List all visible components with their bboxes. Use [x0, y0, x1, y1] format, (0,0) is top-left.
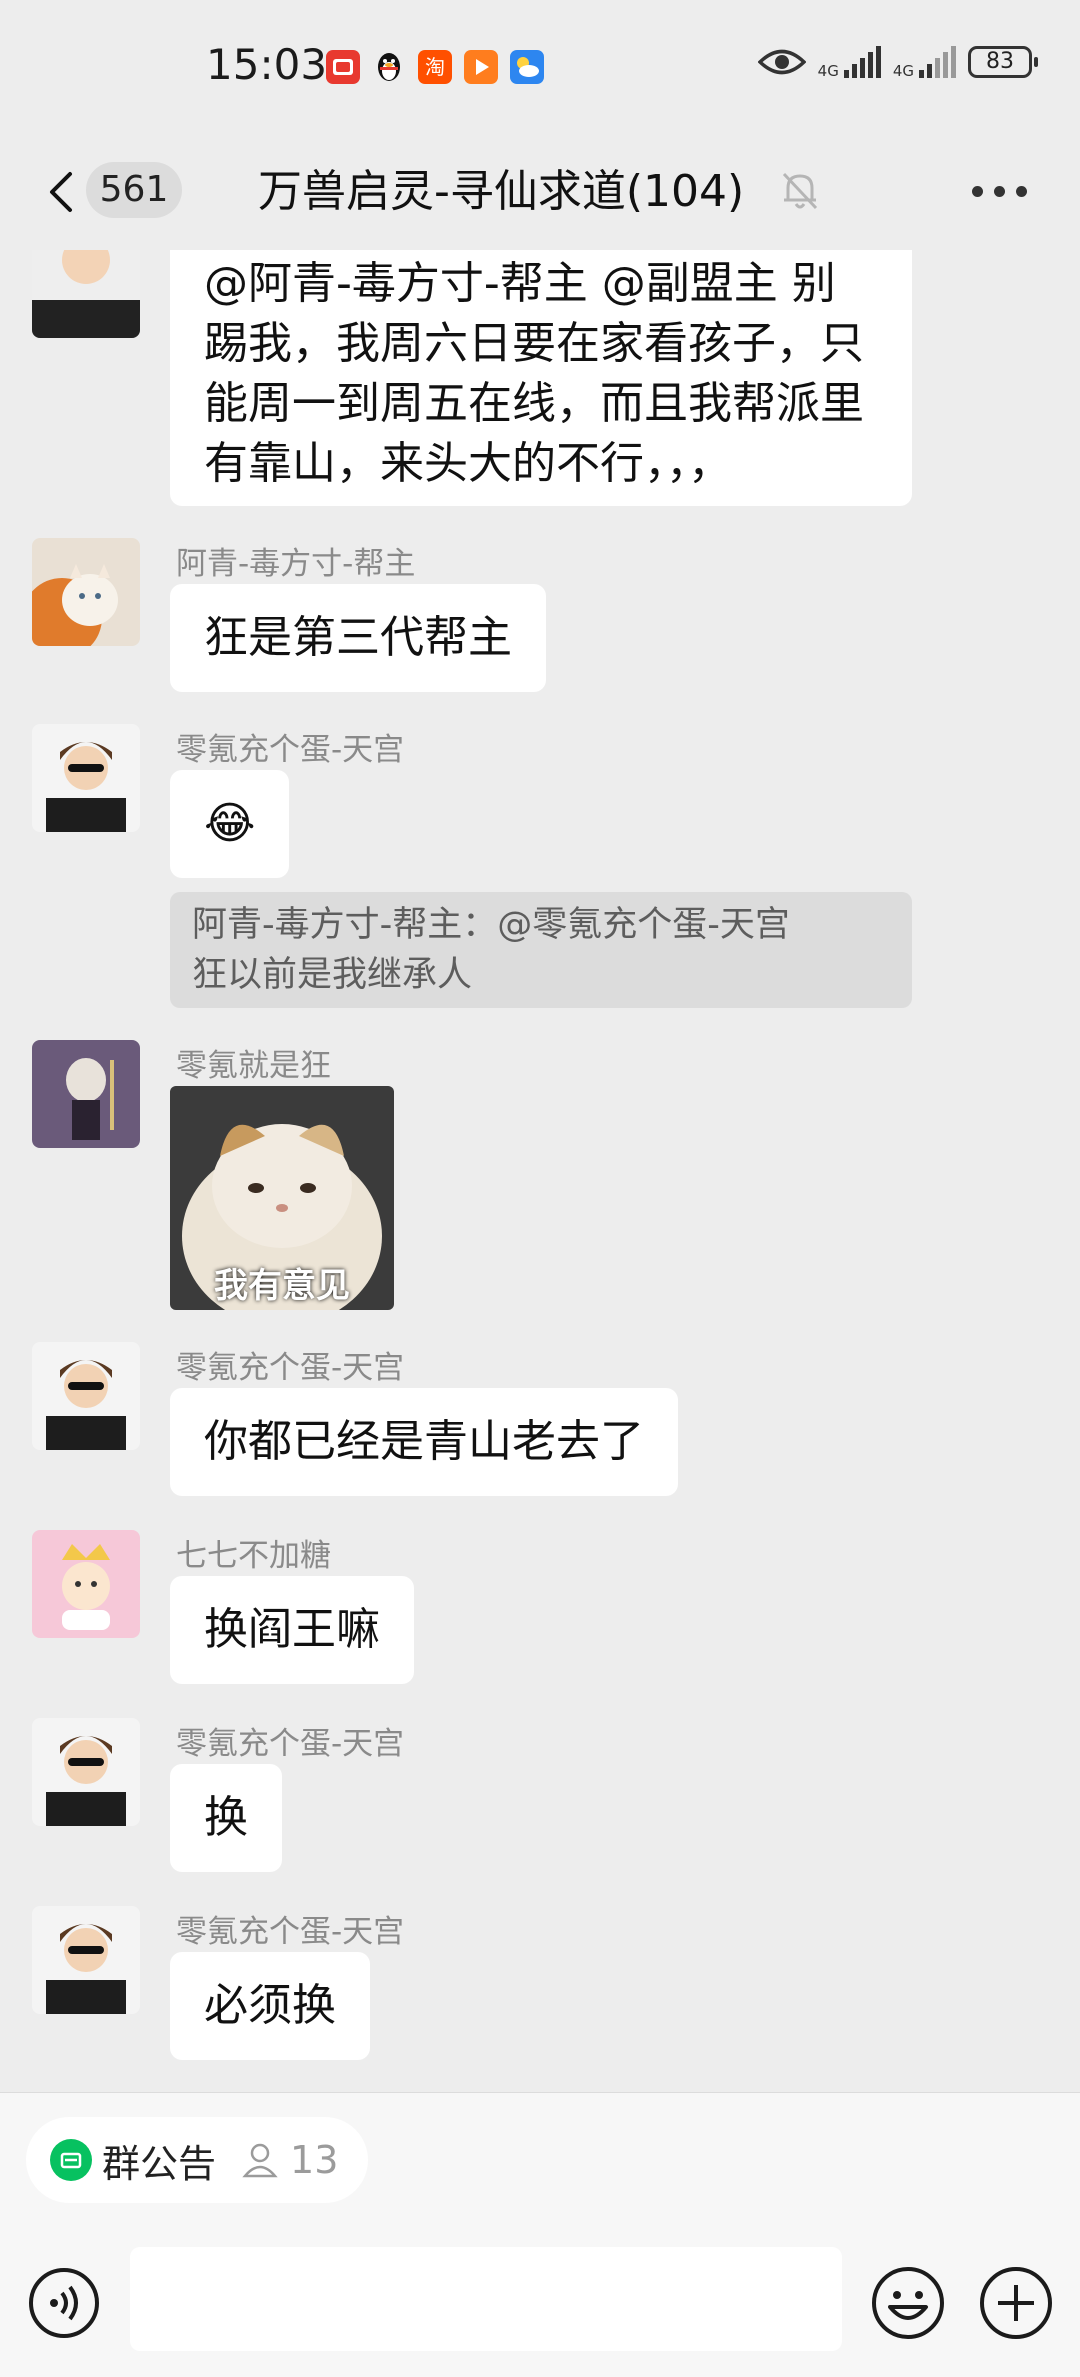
signal-4g-icon: 4G [892, 46, 956, 80]
group-notice-chip[interactable]: 群公告 13 [26, 2117, 369, 2203]
voice-input-button[interactable] [28, 2267, 100, 2339]
chat-header: 561 万兽启灵-寻仙求道(104) [0, 140, 1080, 250]
sender-name: 零氪充个蛋-天宫 [176, 1726, 405, 1762]
sender-name: 零氪就是狂 [176, 1048, 331, 1084]
cat-sticker-image[interactable]: 我有意见 [170, 1086, 394, 1310]
message-line: 踢我，我周六日要在家看孩子，只 [204, 318, 864, 369]
sender-name: 阿青-毒方寸-帮主 [176, 546, 416, 582]
taobao-icon: 淘 [418, 50, 452, 84]
message-line: 能周一到周五在线，而且我帮派里 [204, 378, 864, 429]
notice-count: 13 [290, 2138, 339, 2182]
quoted-reply[interactable]: 阿青-毒方寸-帮主：@零氪充个蛋-天宫 狂以前是我继承人 [170, 892, 912, 1008]
avatar[interactable] [32, 1530, 140, 1638]
chat-title: 万兽启灵-寻仙求道(104) [258, 166, 745, 217]
message-input[interactable] [130, 2247, 842, 2351]
group-notice-icon [50, 2139, 92, 2181]
video-play-icon [464, 50, 498, 84]
sender-name: 零氪充个蛋-天宫 [176, 732, 405, 768]
quote-line: 阿青-毒方寸-帮主：@零氪充个蛋-天宫 [192, 905, 790, 945]
message-bubble[interactable]: 你都已经是青山老去了 [170, 1388, 678, 1496]
more-options-icon[interactable] [972, 186, 1028, 200]
person-icon [242, 2143, 278, 2178]
sender-name: 零氪充个蛋-天宫 [176, 1350, 405, 1386]
message-bubble[interactable]: 狂是第三代帮主 [170, 584, 546, 692]
network-type-1: 4G [817, 62, 839, 80]
message-line: 有靠山，来头大的不行，，， [204, 438, 732, 489]
mute-bell-icon [782, 172, 818, 210]
sender-name: 零氪充个蛋-天宫 [176, 1914, 405, 1950]
unread-count-badge[interactable]: 561 [86, 162, 182, 218]
back-arrow-icon[interactable] [40, 162, 80, 222]
message-bubble[interactable]: @阿青-毒方寸-帮主 @副盟主 别 踢我，我周六日要在家看孩子，只 能周一到周五… [170, 250, 912, 506]
avatar[interactable] [32, 538, 140, 646]
status-bar: 15:03 淘 4G 4G 83 [0, 0, 1080, 140]
svg-text:淘: 淘 [425, 55, 445, 79]
message-bubble[interactable]: 换阎王嘛 [170, 1576, 414, 1684]
quote-line: 狂以前是我继承人 [192, 955, 473, 995]
laughing-crying-emoji-icon: 😂 [204, 798, 256, 849]
eye-icon [757, 49, 806, 75]
group-notice-label: 群公告 [102, 2141, 217, 2186]
message-bubble[interactable]: 😂 [170, 770, 290, 878]
weather-icon [510, 50, 544, 84]
avatar[interactable] [32, 1040, 140, 1148]
network-type-2: 4G [892, 62, 914, 80]
clock: 15:03 [206, 40, 328, 89]
qq-penguin-icon [372, 50, 406, 84]
plus-button[interactable] [978, 2265, 1054, 2341]
message-list[interactable]: @阿青-毒方寸-帮主 @副盟主 别 踢我，我周六日要在家看孩子，只 能周一到周五… [0, 250, 1080, 2092]
battery-icon: 83 [968, 46, 1038, 78]
emoji-button[interactable] [870, 2265, 946, 2341]
red-app-icon [326, 50, 360, 84]
avatar[interactable] [32, 1718, 140, 1826]
message-line: @阿青-毒方寸-帮主 @副盟主 别 [204, 258, 836, 309]
message-bubble[interactable]: 换 [170, 1764, 282, 1872]
sticker-caption: 我有意见 [214, 1266, 350, 1306]
signal-4g-icon: 4G [817, 46, 881, 80]
avatar[interactable] [32, 1906, 140, 2014]
avatar[interactable] [32, 724, 140, 832]
sender-name: 七七不加糖 [176, 1538, 331, 1574]
message-bubble[interactable]: 必须换 [170, 1952, 370, 2060]
avatar[interactable] [32, 250, 140, 338]
avatar[interactable] [32, 1342, 140, 1450]
input-toolbar: 群公告 13 [0, 2092, 1080, 2377]
